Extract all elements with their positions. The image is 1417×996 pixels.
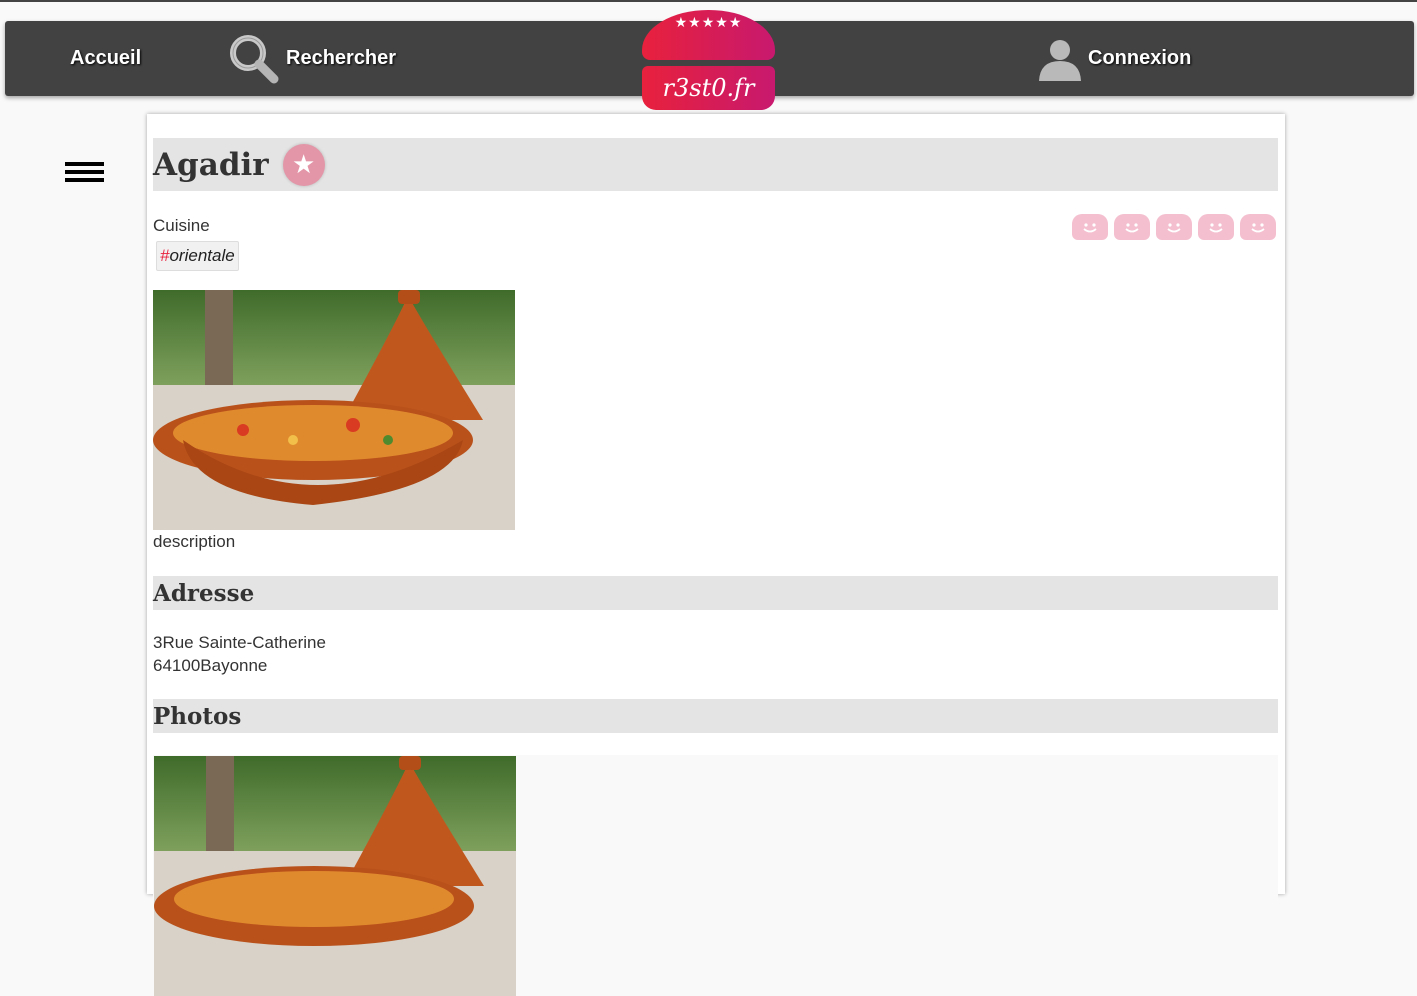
user-icon	[1039, 39, 1081, 81]
site-logo[interactable]: ★★★★★ r3st0.fr	[642, 10, 775, 110]
restaurant-description: description	[153, 532, 236, 551]
top-border	[0, 0, 1417, 2]
address-street: 3Rue Sainte-Catherine	[153, 633, 326, 652]
title-bar: Agadir ★	[153, 138, 1278, 191]
nav-search-label: Rechercher	[286, 47, 397, 69]
rating	[1072, 214, 1276, 240]
address-city: 64100Bayonne	[153, 656, 268, 675]
photo-gallery	[153, 755, 1278, 996]
nav-search-link[interactable]: Rechercher	[226, 21, 396, 96]
smiley-icon[interactable]	[1156, 214, 1192, 240]
search-icon	[230, 34, 279, 83]
smiley-icon[interactable]	[1240, 214, 1276, 240]
nav-login-label: Connexion	[1088, 47, 1192, 69]
cuisine-tag[interactable]: # orientale	[156, 241, 239, 271]
logo-stars: ★★★★★	[642, 10, 775, 60]
favorite-star-icon[interactable]: ★	[282, 143, 325, 186]
smiley-icon[interactable]	[1198, 214, 1234, 240]
nav-home-link[interactable]: Accueil	[70, 21, 141, 96]
smiley-icon[interactable]	[1114, 214, 1150, 240]
menu-icon[interactable]	[65, 162, 104, 184]
address-heading: Adresse	[153, 576, 1278, 610]
nav-home-label: Accueil	[70, 47, 142, 69]
logo-text: r3st0.fr	[642, 66, 775, 110]
smiley-icon[interactable]	[1072, 214, 1108, 240]
tag-label: orientale	[169, 246, 235, 265]
restaurant-name: Agadir	[153, 146, 269, 183]
tag-hash: #	[160, 246, 170, 265]
gallery-photo[interactable]	[154, 756, 516, 996]
restaurant-photo	[153, 290, 515, 530]
photos-heading: Photos	[153, 699, 1278, 733]
restaurant-card: Agadir ★ Cuisine # orientale description…	[147, 114, 1285, 996]
nav-login-link[interactable]: Connexion	[1036, 21, 1191, 96]
cuisine-label: Cuisine	[153, 216, 210, 235]
